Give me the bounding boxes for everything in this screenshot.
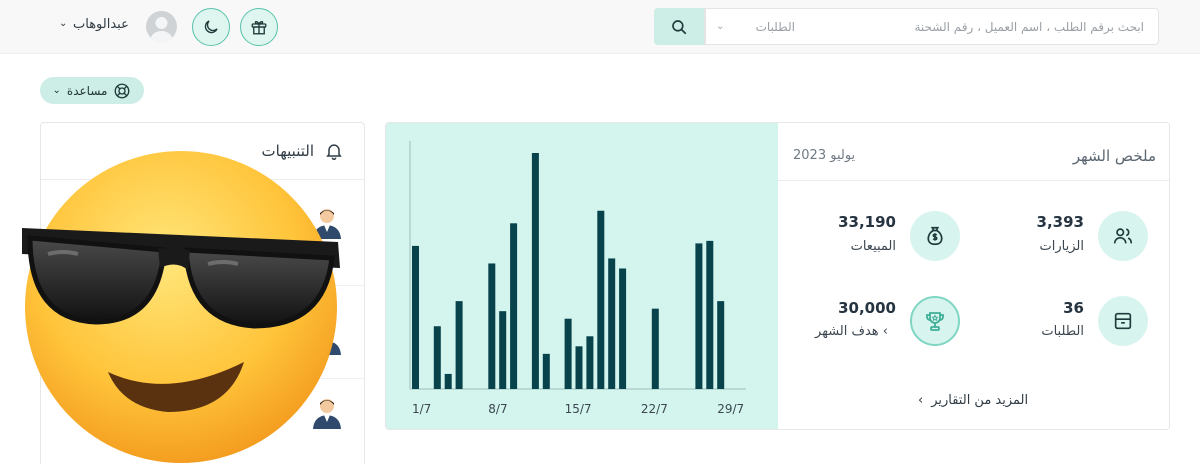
daily-chart-panel: 1/7 8/7 15/7 22/7 29/7	[386, 123, 778, 429]
search-category-label: الطلبات	[755, 19, 795, 34]
goal-link[interactable]: هدف الشهر ‹	[815, 324, 896, 339]
divider	[778, 180, 1169, 181]
search-category-select[interactable]: ⌄ الطلبات	[705, 9, 805, 44]
more-reports-label: المزيد من التقارير	[931, 393, 1029, 408]
chart-bar	[444, 373, 452, 389]
goal-icon-circle	[910, 296, 960, 346]
search-button[interactable]	[654, 8, 704, 45]
goal-value: 30,000	[838, 299, 896, 317]
help-label: مساعدة	[66, 83, 108, 98]
chevron-down-icon[interactable]: ⌄	[59, 18, 67, 29]
search-bar: ⌄ الطلبات	[704, 8, 1159, 45]
money-bag-icon	[927, 226, 943, 246]
top-bar: ⌄ الطلبات عبدالوهاب ⌄	[0, 0, 1200, 54]
visits-value: 3,393	[1036, 213, 1084, 231]
search-icon	[672, 19, 687, 34]
x-tick-label: 8/7	[488, 402, 507, 416]
chevron-left-icon: ‹	[882, 324, 888, 339]
box-icon	[1114, 312, 1132, 330]
visits-icon-circle	[1098, 211, 1148, 261]
chevron-down-icon: ⌄	[52, 85, 61, 96]
x-tick-label: 15/7	[565, 402, 592, 416]
goal-label: هدف الشهر	[815, 324, 879, 339]
chart-bar	[531, 153, 539, 389]
chart-bar	[695, 243, 703, 389]
chevron-down-icon: ⌄	[716, 21, 725, 32]
user-name[interactable]: عبدالوهاب	[73, 17, 129, 32]
chart-bar	[433, 326, 441, 389]
chart-bar	[619, 268, 627, 389]
x-tick-label: 22/7	[641, 402, 668, 416]
stats-panel: ملخص الشهر يوليو 2023 3,393 الزيارات 33,…	[778, 123, 1169, 429]
lifebuoy-icon	[115, 83, 130, 98]
chart-bar	[510, 223, 518, 389]
sunglasses-emoji	[22, 151, 340, 463]
sales-value: 33,190	[838, 213, 896, 231]
chart-bar	[651, 308, 659, 389]
summary-date: يوليو 2023	[793, 148, 856, 163]
chart-bar	[717, 301, 725, 389]
orders-label: الطلبات	[1041, 324, 1084, 339]
chart-bar	[499, 311, 507, 389]
x-tick-label: 1/7	[412, 402, 431, 416]
trophy-icon	[926, 312, 944, 331]
chart-bar	[412, 245, 419, 389]
orders-icon-circle	[1098, 296, 1148, 346]
chart-bar	[488, 263, 496, 389]
chevron-left-icon: ‹	[918, 393, 924, 408]
chart-bar	[586, 336, 594, 389]
x-tick-label: 29/7	[717, 402, 744, 416]
summary-title: ملخص الشهر	[1072, 147, 1156, 165]
chart-bar	[597, 210, 605, 389]
chart-bar	[455, 301, 463, 389]
moon-icon	[204, 20, 218, 34]
visits-label: الزيارات	[1039, 239, 1084, 254]
chart-bar	[575, 346, 583, 389]
orders-value: 36	[1063, 299, 1084, 317]
monthly-summary-card: 1/7 8/7 15/7 22/7 29/7 ملخص الشهر يوليو 2023…	[385, 122, 1170, 430]
daily-bar-chart: 1/7 8/7 15/7 22/7 29/7	[409, 141, 746, 416]
chart-bar	[564, 318, 572, 389]
users-icon	[1113, 228, 1133, 244]
dark-mode-toggle[interactable]	[192, 8, 230, 46]
chart-bar	[608, 258, 616, 389]
more-reports-link[interactable]: ‹ المزيد من التقارير	[918, 393, 1028, 408]
gift-button[interactable]	[240, 8, 278, 46]
sales-icon-circle	[910, 211, 960, 261]
gift-icon	[251, 20, 267, 35]
sales-label: المبيعات	[850, 239, 896, 254]
user-avatar[interactable]	[146, 11, 177, 42]
search-input[interactable]	[805, 9, 1158, 44]
help-button[interactable]: ⌄ مساعدة	[40, 77, 144, 104]
chart-bar	[542, 353, 550, 389]
chart-bar	[706, 240, 714, 389]
